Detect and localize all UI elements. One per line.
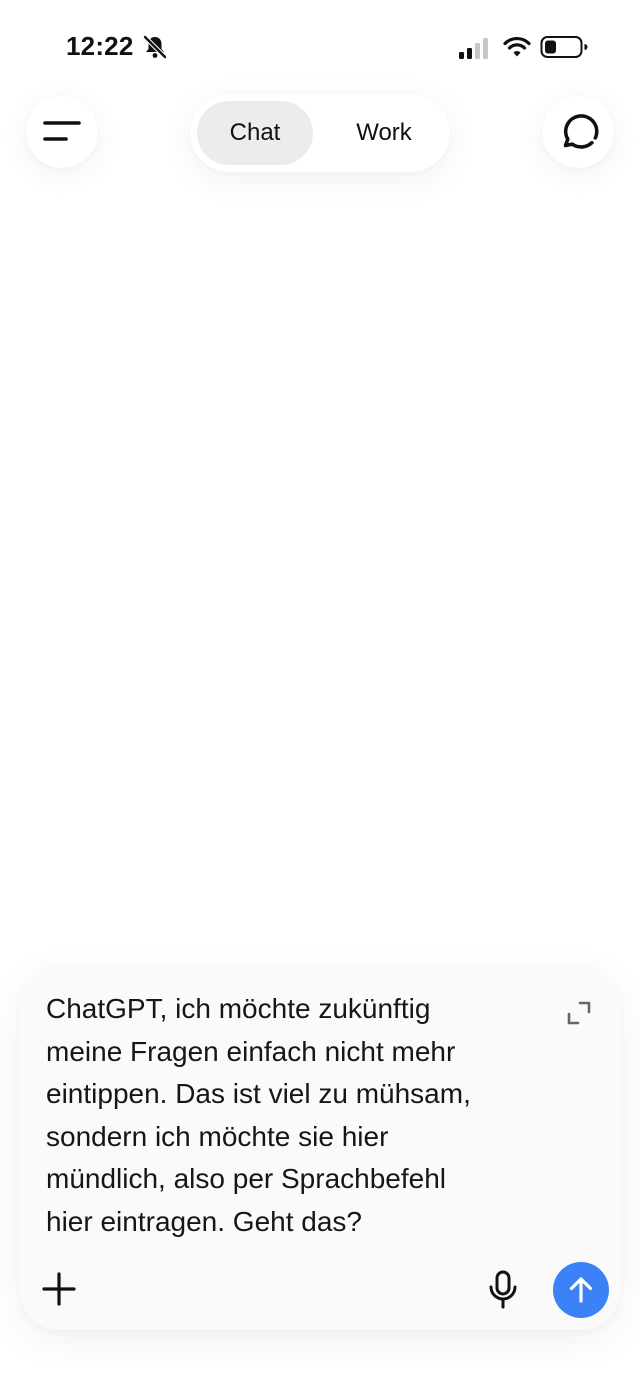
message-input[interactable]: ChatGPT, ich möchte zukünftig meine Frag… — [46, 988, 546, 1243]
status-time: 12:22 — [66, 31, 134, 61]
bell-slash-icon — [142, 34, 168, 60]
tab-work-label: Work — [356, 119, 412, 146]
new-chat-icon — [563, 114, 599, 149]
menu-icon — [43, 121, 81, 141]
menu-button[interactable] — [26, 96, 98, 168]
send-arrow-icon — [569, 1277, 593, 1303]
microphone-icon[interactable] — [486, 1270, 520, 1310]
send-button[interactable] — [553, 1262, 609, 1318]
tab-chat[interactable]: Chat — [197, 101, 313, 165]
tab-chat-label: Chat — [229, 119, 281, 146]
battery-icon — [540, 36, 588, 58]
signal-icon — [459, 38, 488, 59]
mode-switch: Chat Work — [190, 94, 450, 172]
expand-icon[interactable] — [566, 1000, 592, 1026]
plus-icon[interactable] — [42, 1272, 76, 1306]
chat-screen: 12:22 Chat Work ChatGPT, ich möchte zukü… — [0, 0, 640, 1387]
message-composer: ChatGPT, ich möchte zukünftig meine Frag… — [20, 966, 620, 1330]
tab-work[interactable]: Work — [324, 101, 444, 165]
new-chat-button[interactable] — [542, 96, 614, 168]
wifi-icon — [503, 36, 531, 57]
